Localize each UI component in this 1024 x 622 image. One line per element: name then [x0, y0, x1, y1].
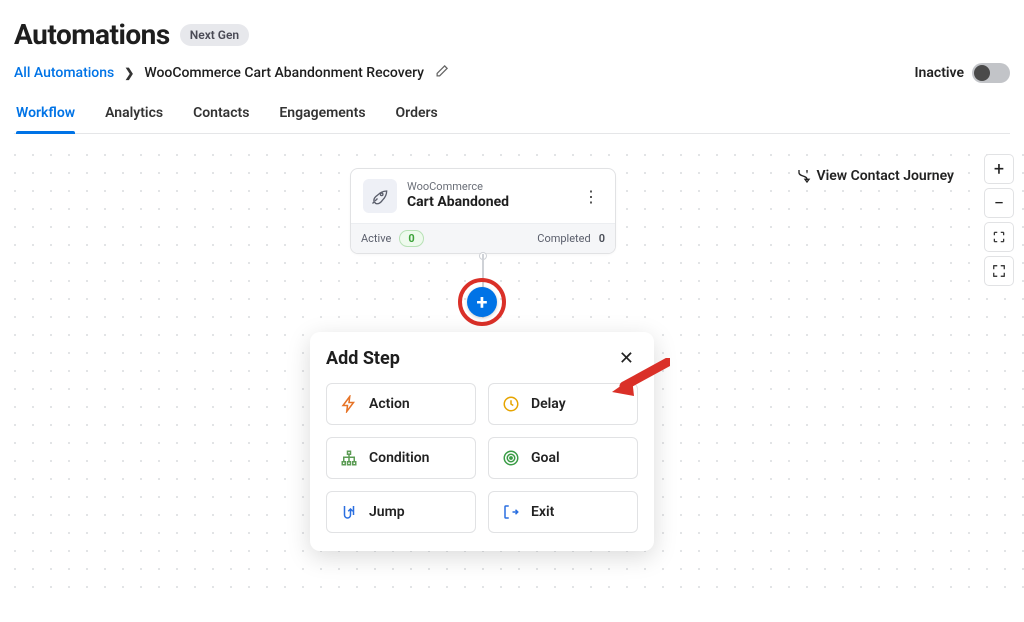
step-option-condition[interactable]: Condition	[326, 437, 476, 479]
tabs: Workflow Analytics Contacts Engagements …	[14, 97, 1010, 134]
journey-link-label: View Contact Journey	[817, 168, 954, 184]
step-label: Action	[369, 396, 410, 412]
status-label: Inactive	[915, 65, 964, 81]
node-more-icon[interactable]: ⋮	[579, 185, 603, 208]
bolt-icon	[339, 394, 359, 414]
step-label: Goal	[531, 450, 560, 466]
fit-icon	[992, 230, 1006, 244]
zoom-in-button[interactable]: +	[984, 154, 1014, 184]
view-contact-journey-link[interactable]: View Contact Journey	[795, 168, 954, 184]
step-label: Exit	[531, 504, 554, 520]
active-label: Active	[361, 232, 391, 245]
target-icon	[501, 448, 521, 468]
workflow-canvas[interactable]: View Contact Journey + − WooCommerce Car…	[0, 140, 1024, 592]
status-toggle[interactable]	[972, 63, 1010, 83]
edit-icon[interactable]	[434, 64, 449, 83]
step-option-action[interactable]: Action	[326, 383, 476, 425]
fit-view-button[interactable]	[984, 222, 1014, 252]
exit-icon	[501, 502, 521, 522]
clock-icon	[501, 394, 521, 414]
jump-icon	[339, 502, 359, 522]
branch-icon	[339, 448, 359, 468]
fullscreen-button[interactable]	[984, 256, 1014, 286]
tab-orders[interactable]: Orders	[396, 97, 438, 133]
chevron-right-icon: ❯	[124, 66, 134, 80]
tab-contacts[interactable]: Contacts	[193, 97, 249, 133]
step-option-delay[interactable]: Delay	[488, 383, 638, 425]
breadcrumb-current: WooCommerce Cart Abandonment Recovery	[144, 65, 424, 81]
rocket-icon	[363, 179, 397, 213]
trigger-node[interactable]: WooCommerce Cart Abandoned ⋮ Active 0 Co…	[350, 168, 616, 254]
tab-engagements[interactable]: Engagements	[279, 97, 365, 133]
nextgen-badge: Next Gen	[180, 24, 249, 46]
breadcrumb-root[interactable]: All Automations	[14, 65, 114, 81]
active-count: 0	[399, 230, 423, 247]
fullscreen-icon	[992, 264, 1006, 278]
journey-icon	[795, 168, 811, 184]
node-title: Cart Abandoned	[407, 194, 569, 212]
node-category: WooCommerce	[407, 180, 569, 194]
add-step-button[interactable]: +	[458, 278, 506, 326]
step-option-exit[interactable]: Exit	[488, 491, 638, 533]
add-step-popup: Add Step ✕ Action Delay Condition	[310, 332, 654, 551]
page-title: Automations	[14, 18, 170, 51]
zoom-out-button[interactable]: −	[984, 188, 1014, 218]
step-label: Condition	[369, 450, 430, 466]
completed-count: 0	[599, 232, 605, 245]
completed-label: Completed	[537, 232, 590, 245]
tab-workflow[interactable]: Workflow	[16, 97, 75, 133]
close-icon[interactable]: ✕	[615, 346, 638, 371]
popup-title: Add Step	[326, 348, 400, 369]
step-label: Jump	[369, 504, 405, 520]
step-option-jump[interactable]: Jump	[326, 491, 476, 533]
tab-analytics[interactable]: Analytics	[105, 97, 163, 133]
step-label: Delay	[531, 396, 566, 412]
step-option-goal[interactable]: Goal	[488, 437, 638, 479]
breadcrumb: All Automations ❯ WooCommerce Cart Aband…	[14, 64, 449, 83]
